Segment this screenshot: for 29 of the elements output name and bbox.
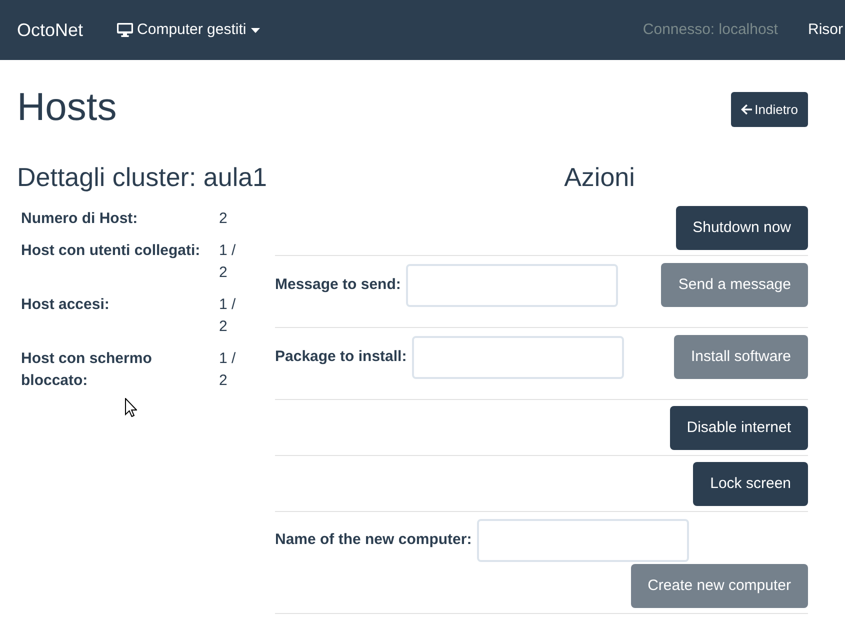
field-label: Name of the new computer: [275,530,472,550]
nav-link[interactable]: Risor [808,18,843,42]
field-label: Message to send: [275,274,401,295]
action-button[interactable]: Lock screen [693,462,808,506]
computer-menu-dropdown[interactable]: Computer gestiti [117,18,260,42]
stat-label: Numero di Host: [21,209,139,229]
text-input[interactable] [476,519,689,562]
action-button[interactable]: Disable internet [670,406,808,450]
back-button[interactable]: Indietro [730,92,808,127]
stat-label: Host con schermo bloccato: [21,349,153,391]
connection-status: Connesso: localhost [642,20,778,40]
arrow-left-icon [740,104,752,115]
field-label: Package to install: [275,346,407,367]
stat-label: Host con utenti collegati: [21,241,202,261]
caret-icon [251,28,260,32]
stat-value: 1 / 2 [219,349,237,391]
action-button[interactable]: Shutdown now [676,206,808,250]
page-title: Hosts [17,86,117,129]
arrow-cursor-icon [125,398,137,417]
stat-value: 2 [219,209,228,229]
stat-value: 1 / 2 [219,241,237,283]
text-input[interactable] [406,264,618,306]
stat-label: Host accesi: [21,295,110,315]
actions-title: Azioni [563,163,636,192]
cluster-title: Dettagli cluster: aula1 [17,163,268,192]
text-input[interactable] [412,336,624,378]
monitor-icon [117,23,134,37]
brand-link[interactable]: OctoNet [17,16,84,44]
stat-value: 1 / 2 [219,295,237,337]
